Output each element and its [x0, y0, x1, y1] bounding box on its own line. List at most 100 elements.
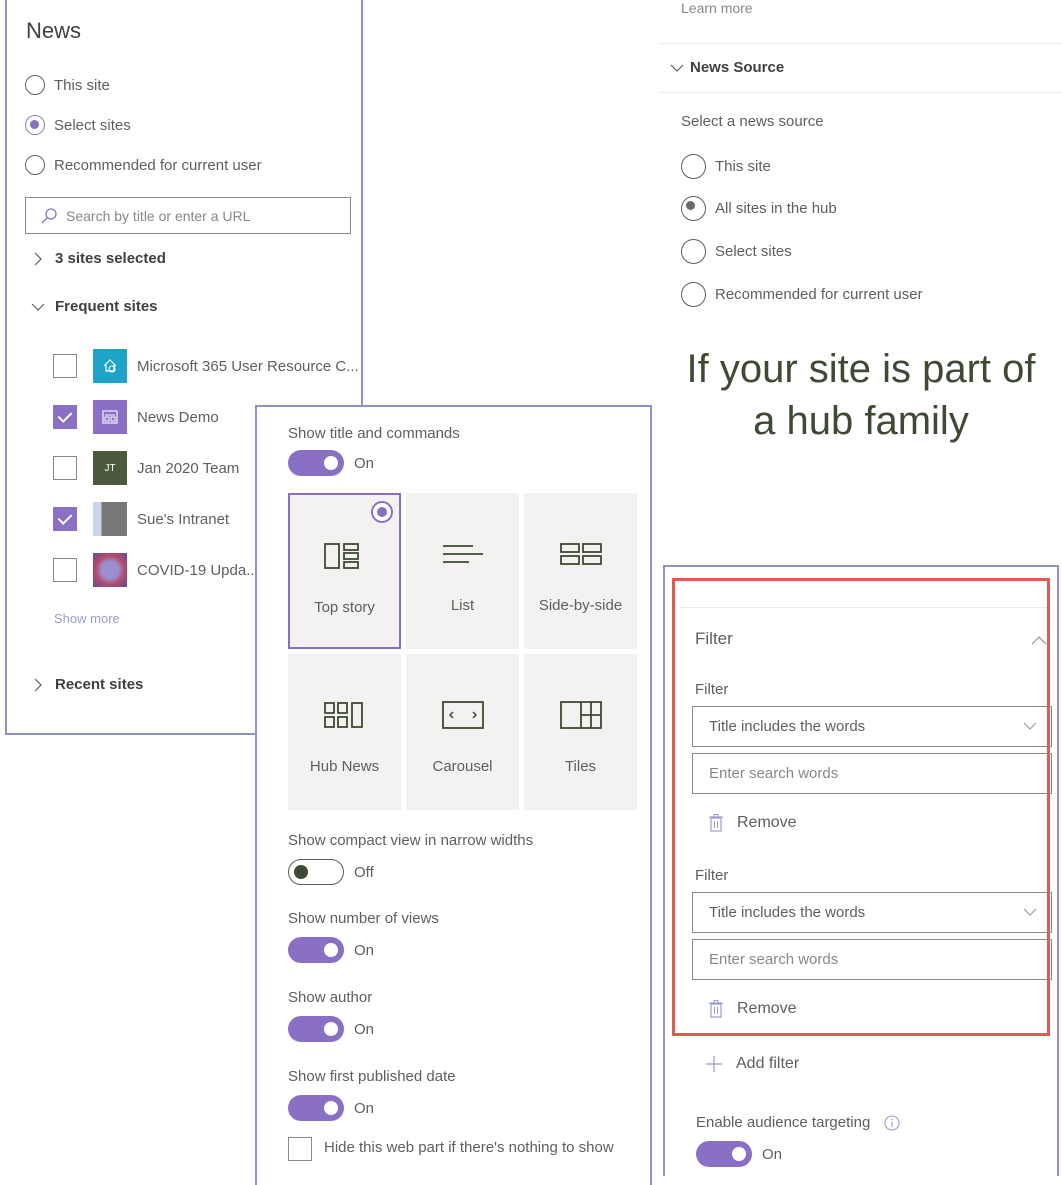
- radio-label: This site: [715, 158, 771, 175]
- radio-button[interactable]: [681, 196, 706, 221]
- site-list-item[interactable]: JT Jan 2020 Team: [53, 451, 239, 485]
- plus-icon: [706, 1056, 722, 1072]
- toggle-switch[interactable]: [288, 1095, 344, 1121]
- site-list-item[interactable]: News Demo: [53, 400, 219, 434]
- radio-this-site[interactable]: This site: [681, 154, 771, 179]
- toggle-state: On: [354, 1099, 375, 1117]
- top-story-layout-icon: [323, 543, 359, 569]
- caption-line: If your site is part of: [686, 347, 1036, 391]
- layout-option-top-story[interactable]: Top story: [288, 493, 401, 649]
- site-list-item[interactable]: Microsoft 365 User Resource C...: [53, 349, 359, 383]
- add-filter-label: Add filter: [736, 1055, 800, 1072]
- author-toggle[interactable]: On: [288, 1016, 374, 1042]
- hide-webpart-checkbox[interactable]: [288, 1137, 312, 1161]
- toggle-state: Off: [354, 863, 374, 881]
- remove-label: Remove: [737, 814, 797, 831]
- layout-options-panel: Show title and commands On Top story Lis…: [255, 405, 652, 1185]
- layout-option-carousel[interactable]: Carousel: [406, 654, 519, 810]
- radio-label: All sites in the hub: [715, 200, 837, 217]
- published-date-toggle[interactable]: On: [288, 1095, 374, 1121]
- radio-button[interactable]: [25, 115, 45, 135]
- filter-label: Filter: [695, 867, 729, 884]
- layout-label: Top story: [314, 599, 375, 616]
- site-thumbnail: [93, 553, 127, 587]
- radio-button[interactable]: [681, 154, 706, 179]
- layout-option-list[interactable]: List: [406, 493, 519, 649]
- site-checkbox[interactable]: [53, 456, 77, 480]
- toggle-switch[interactable]: [696, 1141, 752, 1167]
- audience-targeting-toggle[interactable]: On: [696, 1141, 782, 1167]
- toggle-switch[interactable]: [288, 450, 344, 476]
- toggle-state: On: [762, 1145, 783, 1163]
- info-icon[interactable]: [884, 1114, 900, 1131]
- audience-label-text: Enable audience targeting: [696, 1114, 871, 1131]
- radio-recommended[interactable]: Recommended for current user: [681, 282, 923, 307]
- site-thumbnail: [93, 349, 127, 383]
- learn-more-link[interactable]: Learn more: [681, 0, 753, 16]
- trash-icon: [709, 814, 723, 832]
- toggle-switch[interactable]: [288, 937, 344, 963]
- hub-family-caption: If your site is part of a hub family: [660, 343, 1062, 447]
- filter-panel: Filter Filter Title includes the words E…: [663, 565, 1059, 1176]
- site-list-item[interactable]: COVID-19 Upda...: [53, 553, 259, 587]
- add-filter-button[interactable]: Add filter: [706, 1055, 799, 1073]
- site-checkbox[interactable]: [53, 558, 77, 582]
- radio-recommended[interactable]: Recommended for current user: [25, 155, 262, 175]
- filter-type-dropdown[interactable]: Title includes the words: [692, 706, 1052, 747]
- radio-select-sites[interactable]: Select sites: [681, 239, 792, 264]
- radio-select-sites[interactable]: Select sites: [25, 115, 131, 135]
- site-checkbox[interactable]: [53, 405, 77, 429]
- toggle-state: On: [354, 1020, 375, 1038]
- toggle-switch[interactable]: [288, 1016, 344, 1042]
- radio-this-site[interactable]: This site: [25, 75, 110, 95]
- site-list-item[interactable]: Sue's Intranet: [53, 502, 229, 536]
- published-date-label: Show first published date: [288, 1068, 456, 1085]
- radio-button[interactable]: [25, 155, 45, 175]
- radio-button[interactable]: [681, 282, 706, 307]
- chevron-down-icon: [670, 64, 684, 72]
- toggle-switch[interactable]: [288, 859, 344, 885]
- news-source-expander[interactable]: News Source: [670, 59, 784, 76]
- hide-webpart-label: Hide this web part if there's nothing to…: [324, 1139, 614, 1156]
- search-placeholder: Search by title or enter a URL: [66, 207, 251, 224]
- filter-section-title: Filter: [695, 629, 733, 648]
- radio-button[interactable]: [681, 239, 706, 264]
- site-name: News Demo: [137, 408, 219, 426]
- compact-view-label: Show compact view in narrow widths: [288, 832, 534, 849]
- filter-search-input[interactable]: Enter search words: [692, 939, 1052, 980]
- remove-filter-button[interactable]: Remove: [709, 814, 797, 832]
- site-checkbox[interactable]: [53, 354, 77, 378]
- compact-view-toggle[interactable]: Off: [288, 859, 374, 885]
- site-checkbox[interactable]: [53, 507, 77, 531]
- views-label: Show number of views: [288, 910, 439, 927]
- filter-label: Filter: [695, 681, 729, 698]
- recent-sites-expander[interactable]: Recent sites: [31, 676, 143, 693]
- frequent-sites-expander[interactable]: Frequent sites: [31, 298, 158, 315]
- filter-search-input[interactable]: Enter search words: [692, 753, 1052, 794]
- highlight-box: Filter Filter Title includes the words E…: [672, 578, 1052, 1036]
- layout-option-tiles[interactable]: Tiles: [524, 654, 637, 810]
- layout-label: Hub News: [309, 758, 380, 775]
- remove-filter-button[interactable]: Remove: [709, 1000, 797, 1018]
- radio-all-hub-sites[interactable]: All sites in the hub: [681, 196, 837, 221]
- show-more-link[interactable]: Show more: [54, 611, 120, 626]
- show-title-toggle[interactable]: On: [288, 450, 374, 476]
- hide-webpart-option[interactable]: Hide this web part if there's nothing to…: [288, 1135, 638, 1161]
- expander-label: Recent sites: [55, 676, 144, 693]
- site-thumbnail: JT: [93, 451, 127, 485]
- filter-type-dropdown[interactable]: Title includes the words: [692, 892, 1052, 933]
- hub-news-layout-icon: [323, 702, 363, 728]
- toggle-state: On: [354, 941, 375, 959]
- site-search-input[interactable]: Search by title or enter a URL: [25, 197, 351, 234]
- chevron-up-icon[interactable]: [1031, 635, 1047, 645]
- expander-label: 3 sites selected: [55, 250, 166, 267]
- layout-option-side-by-side[interactable]: Side-by-side: [524, 493, 637, 649]
- search-icon: [41, 207, 57, 223]
- layout-option-hub-news[interactable]: Hub News: [288, 654, 401, 810]
- news-source-section: Learn more News Source Select a news sou…: [660, 0, 1062, 320]
- views-toggle[interactable]: On: [288, 937, 374, 963]
- radio-button[interactable]: [25, 75, 45, 95]
- trash-icon: [709, 1000, 723, 1018]
- site-name: COVID-19 Upda...: [137, 561, 259, 579]
- sites-selected-expander[interactable]: 3 sites selected: [31, 250, 166, 267]
